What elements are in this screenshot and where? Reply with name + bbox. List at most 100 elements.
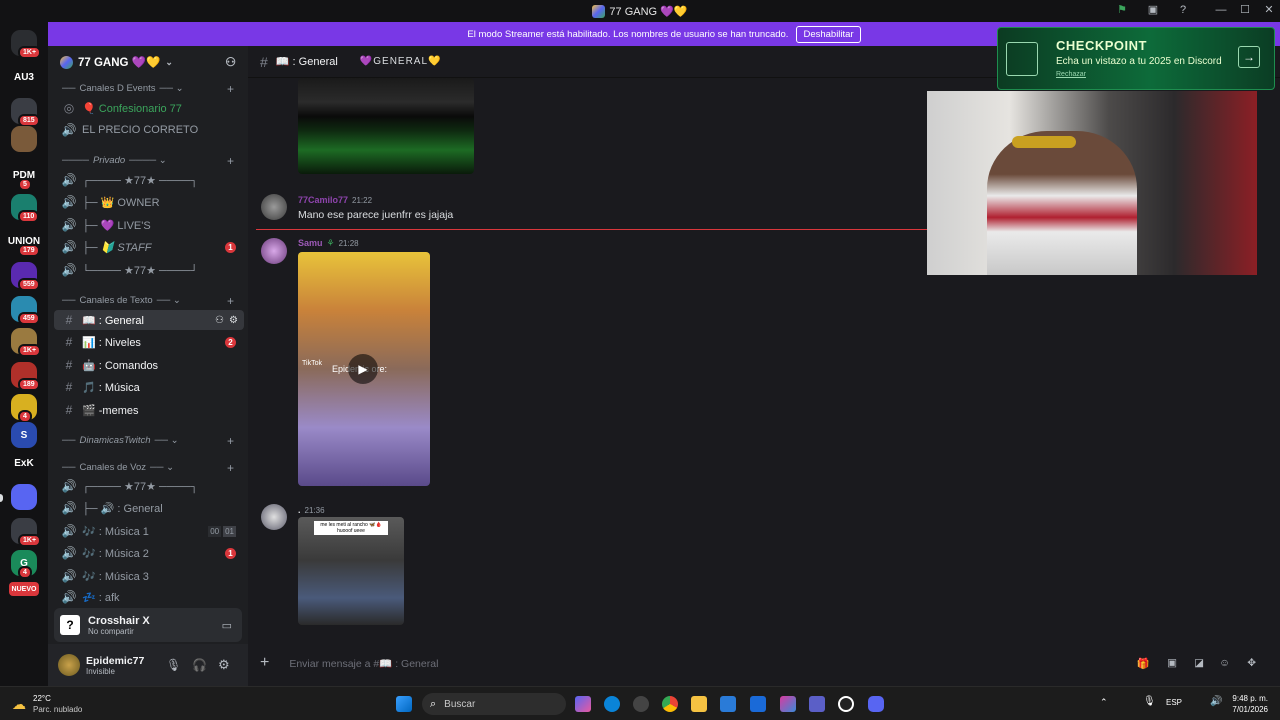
dismiss-link[interactable]: Rechazar [1056, 71, 1086, 78]
avatar[interactable] [261, 238, 287, 264]
inbox-icon[interactable]: ▣ [1146, 3, 1160, 17]
video-attachment[interactable]: TikTok Epidemic ore: ▶ [298, 252, 430, 486]
gif-icon[interactable]: ▣ [1167, 657, 1177, 669]
server-list: 1K+ AU3 815 PDM 5 110 UNION 179 559 459 1K+ 189 4 S Ex… [0, 22, 48, 686]
voice-channel-musica-3[interactable]: 🔊 🎶 : Música 3 [54, 566, 244, 586]
channel-general[interactable]: # 📖 : General ⚙ ⚇ [54, 310, 244, 330]
help-icon[interactable]: ? [1176, 3, 1190, 17]
settings-icon[interactable]: ⚙ [229, 315, 238, 326]
microphone-icon[interactable]: 🎙 [1143, 696, 1156, 707]
server-icon[interactable] [11, 126, 37, 152]
category-header[interactable]: ──── Privado ──── ⌄ + [62, 154, 242, 168]
mail-icon[interactable] [750, 696, 766, 712]
channel-confesionario[interactable]: ◎ 🎈 Confesionario 77 [54, 98, 244, 118]
flag-icon[interactable]: ⚑ [1115, 3, 1129, 17]
sticker-icon[interactable]: ◪ [1194, 657, 1204, 669]
category-header[interactable]: ── DinamicasTwitch ── ⌄ + [62, 434, 242, 448]
obs-icon[interactable] [838, 696, 854, 712]
minimize-icon[interactable]: — [1214, 3, 1228, 17]
teams-icon[interactable] [809, 696, 825, 712]
voice-channel-musica-1[interactable]: 🔊 🎶 : Música 1 00 01 [54, 521, 244, 541]
category-header[interactable]: ── Canales D Events ── ⌄ + [62, 82, 242, 96]
category-header[interactable]: ── Canales de Voz ── ⌄ + [62, 461, 242, 475]
server-icon[interactable]: AU3 [11, 64, 37, 90]
image-attachment[interactable]: me les meti al rancho 🦋🩸 huooof ueee [298, 517, 404, 625]
speaker-icon: 🔊 [61, 173, 77, 187]
add-channel-icon[interactable]: + [227, 82, 234, 96]
message-input[interactable]: Enviar mensaje a #📖 : General [289, 657, 438, 670]
server-badge: 5 [18, 178, 32, 191]
channel-memes[interactable]: # 🎬 -memes [54, 400, 244, 420]
file-explorer-icon[interactable] [691, 696, 707, 712]
avatar[interactable] [261, 194, 287, 220]
clock-date[interactable]: 7/01/2026 [1228, 705, 1268, 714]
invite-icon[interactable]: ⚇ [215, 315, 224, 326]
disable-streamer-button[interactable]: Deshabilitar [796, 25, 861, 43]
add-channel-icon[interactable]: + [227, 461, 234, 475]
close-icon[interactable]: ✕ [1262, 3, 1276, 17]
badge-icon: ⚘ [326, 238, 335, 248]
voice-channel[interactable]: 🔊 ┌──── ★77★ ────┐ [54, 476, 244, 496]
chevron-up-icon[interactable]: ⌃ [1100, 697, 1108, 708]
emoji-icon[interactable]: ☺ [1219, 657, 1230, 669]
add-attachment-icon[interactable]: + [260, 654, 269, 672]
clock-time[interactable]: 9:48 p. m. [1228, 694, 1268, 703]
chrome-icon[interactable] [662, 696, 678, 712]
channel-niveles[interactable]: # 📊 : Niveles 2 [54, 332, 244, 352]
server-badge: 189 [18, 378, 40, 391]
share-screen-icon[interactable]: ▭ [222, 619, 232, 632]
settings-icon[interactable]: ⚙ [218, 657, 230, 673]
message-input-bar[interactable]: + Enviar mensaje a #📖 : General 🎁 ▣ ◪ ☺ … [260, 650, 1270, 676]
copilot-icon[interactable] [575, 696, 591, 712]
server-icon[interactable]: S [11, 422, 37, 448]
weather-text[interactable]: Parc. nublado [33, 705, 82, 714]
mention-badge: 2 [225, 336, 236, 348]
image-attachment[interactable] [298, 78, 474, 174]
avatar[interactable] [261, 504, 287, 530]
checkpoint-promo[interactable]: CHECKPOINT Echa un vistazo a tu 2025 en … [997, 27, 1275, 90]
checkpoint-title: CHECKPOINT [1056, 38, 1147, 53]
invite-icon[interactable]: ⚇ [225, 55, 236, 69]
gift-icon[interactable]: 🎁 [1137, 657, 1150, 670]
channel-comandos[interactable]: # 🤖 : Comandos [54, 355, 244, 375]
channel-precio-correto[interactable]: 🔊 EL PRECIO CORRETO [54, 120, 244, 140]
add-channel-icon[interactable]: + [227, 294, 234, 308]
voice-channel[interactable]: 🔊 ┌──── ★77★ ────┐ [54, 170, 244, 190]
server-icon[interactable] [11, 484, 37, 510]
voice-channel-staff[interactable]: 🔊 ├─ 🔰 STAFF 1 [54, 237, 244, 257]
voice-channel[interactable]: 🔊 └──── ★77★ ────┘ [54, 260, 244, 280]
server-icon[interactable]: ExK [11, 450, 37, 476]
discord-icon[interactable] [868, 696, 884, 712]
avatar[interactable] [58, 654, 80, 676]
add-channel-icon[interactable]: + [227, 434, 234, 448]
search-icon: ⌕ [430, 697, 437, 710]
voice-channel-general[interactable]: 🔊 ├─ 🔊 : General [54, 498, 244, 518]
headphones-icon[interactable]: 🎧 [192, 658, 207, 672]
store-icon[interactable] [720, 696, 736, 712]
voice-channel-owner[interactable]: 🔊 ├─ 👑 OWNER [54, 192, 244, 212]
voice-channel-musica-2[interactable]: 🔊 🎶 : Música 21 [54, 543, 244, 563]
microphone-icon[interactable]: 🎙 [166, 658, 181, 672]
language-indicator[interactable]: ESP [1166, 698, 1182, 707]
office-icon[interactable] [780, 696, 796, 712]
voice-channel-afk[interactable]: 🔊 💤 : afk [54, 589, 244, 605]
channel-musica[interactable]: # 🎵 : Música [54, 377, 244, 397]
apps-icon[interactable]: ✥ [1247, 657, 1256, 669]
app-icon[interactable] [633, 696, 649, 712]
maximize-icon[interactable]: ☐ [1238, 3, 1252, 17]
hash-icon: # [65, 403, 73, 417]
activity-panel[interactable]: ? Crosshair X No compartir ▭ [54, 608, 242, 642]
temperature[interactable]: 22°C [33, 694, 51, 703]
category-header[interactable]: ── Canales de Texto ── ⌄ + [62, 294, 242, 308]
add-channel-icon[interactable]: + [227, 154, 234, 168]
arrow-right-icon[interactable]: → [1238, 46, 1260, 68]
server-badge: 179 [18, 244, 40, 257]
taskbar-search[interactable]: ⌕ Buscar [422, 693, 566, 715]
server-header[interactable]: 77 GANG 💜💛 ⌄ ⚇ [48, 46, 248, 78]
server-icon[interactable]: NUEVO [9, 582, 39, 596]
voice-channel-lives[interactable]: 🔊 ├─ 💜 LIVE'S [54, 215, 244, 235]
play-icon[interactable]: ▶ [348, 354, 378, 384]
volume-icon[interactable]: 🔊 [1210, 696, 1222, 707]
edge-icon[interactable] [604, 696, 620, 712]
start-icon[interactable] [396, 696, 412, 712]
